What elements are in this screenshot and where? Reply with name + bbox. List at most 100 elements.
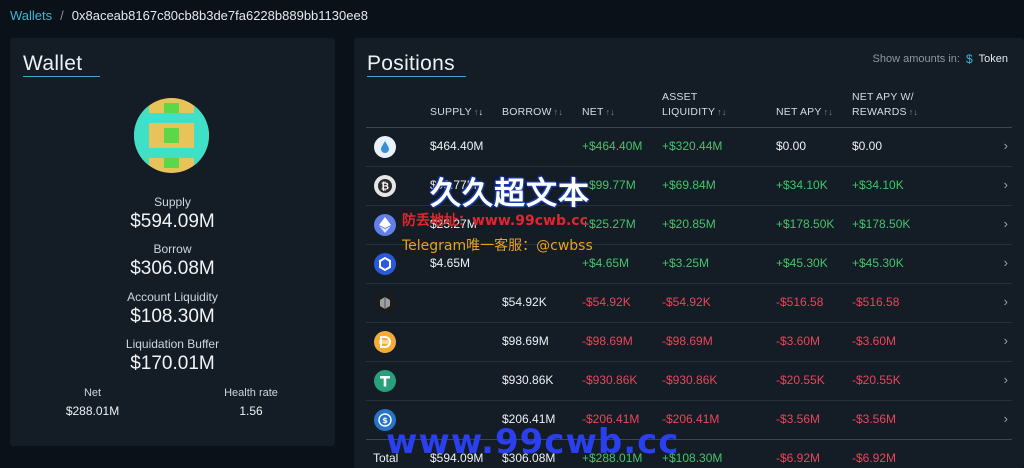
cell-net-apy: -$3.60M (776, 334, 821, 348)
wallet-title-underline (23, 76, 100, 77)
positions-title-underline (367, 76, 466, 77)
total-label: Total (373, 451, 399, 465)
liquidation-buffer-label: Liquidation Buffer (125, 337, 220, 351)
cell-asset-liquidity: -$930.86K (662, 373, 718, 387)
wallet-title: Wallet (23, 52, 83, 75)
health-rate-label: Health rate (224, 387, 278, 399)
header-net-label: NET (582, 106, 604, 118)
chevron-right-icon[interactable]: › (1004, 411, 1008, 426)
health-rate-value: 1.56 (239, 404, 263, 418)
net-value: $288.01M (65, 404, 120, 418)
borrow-label: Borrow (153, 242, 192, 256)
wallet-avatar (134, 98, 209, 173)
cell-asset-liquidity: -$54.92K (662, 295, 711, 309)
cell-asset-liquidity: +$20.85M (662, 217, 716, 231)
header-borrow[interactable]: BORROW ↑↓ (502, 105, 563, 120)
cube-token-icon (374, 292, 396, 314)
borrow-stat: Borrow $306.08M (10, 242, 335, 280)
breadcrumb-wallets-link[interactable]: Wallets (10, 8, 52, 23)
table-row[interactable]: $25.27M +$25.27M +$20.85M +$178.50K +$17… (366, 206, 1012, 244)
breadcrumb-separator: / (60, 8, 64, 23)
cell-net: -$930.86K (582, 373, 638, 387)
table-row[interactable]: $54.92K -$54.92K -$54.92K -$516.58 -$516… (366, 284, 1012, 322)
chevron-right-icon[interactable]: › (1004, 372, 1008, 387)
net-stat: Net $288.01M (60, 387, 125, 418)
cell-net-apy-rewards: +$34.10K (852, 178, 904, 192)
amounts-dollar-option[interactable]: $ (966, 52, 973, 66)
table-row[interactable]: $464.40M +$464.40M +$320.44M $0.00 $0.00… (366, 128, 1012, 166)
wallet-address: 0x8aceab8167c80cb8b3de7fa6228b889bb1130e… (71, 8, 368, 23)
amounts-token-option[interactable]: Token (979, 53, 1008, 65)
account-liquidity-value: $108.30M (130, 306, 215, 327)
table-row[interactable]: $4.65M +$4.65M +$3.25M +$45.30K +$45.30K… (366, 245, 1012, 283)
account-liquidity-label: Account Liquidity (127, 290, 218, 304)
total-net-apy: -$6.92M (776, 451, 821, 465)
usdc-icon: $ (374, 409, 396, 431)
table-row[interactable]: ₿ $99.77M +$99.77M +$69.84M +$34.10K +$3… (366, 167, 1012, 205)
tether-icon (374, 370, 396, 392)
header-net-apy-label: NET APY (776, 106, 822, 118)
header-net-apy[interactable]: NET APY ↑↓ (776, 105, 833, 120)
chevron-right-icon[interactable]: › (1004, 294, 1008, 309)
cell-net-apy: -$3.56M (776, 412, 821, 426)
sort-icon: ↑↓ (553, 107, 564, 117)
header-asset-liquidity[interactable]: ASSET LIQUIDITY ↑↓ (662, 90, 727, 120)
chevron-right-icon[interactable]: › (1004, 177, 1008, 192)
cell-net-apy: +$45.30K (776, 256, 828, 270)
cell-net-apy-rewards: -$20.55K (852, 373, 901, 387)
cell-asset-liquidity: +$69.84M (662, 178, 716, 192)
header-net-apy-rewards-line2: REWARDS (852, 106, 907, 118)
wallet-panel: Wallet Supply $594.09M Borrow $306.08M A… (10, 38, 335, 446)
chevron-right-icon[interactable]: › (1004, 138, 1008, 153)
cell-net-apy-rewards: -$516.58 (852, 295, 900, 309)
sort-icon: ↑↓ (717, 107, 727, 117)
cell-asset-liquidity: +$3.25M (662, 256, 710, 270)
table-row[interactable]: $930.86K -$930.86K -$930.86K -$20.55K -$… (366, 362, 1012, 400)
cell-net: +$464.40M (582, 139, 643, 153)
cell-asset-liquidity: -$98.69M (662, 334, 713, 348)
total-borrow: $306.08M (502, 451, 556, 465)
header-asset-liquidity-line1: ASSET (662, 91, 698, 103)
cell-borrow: $98.69M (502, 334, 549, 348)
table-row[interactable]: $ $206.41M -$206.41M -$206.41M -$3.56M -… (366, 401, 1012, 439)
cell-borrow: $54.92K (502, 295, 547, 309)
cell-net: +$4.65M (582, 256, 630, 270)
header-net-apy-rewards[interactable]: NET APY W/ REWARDS ↑↓ (852, 90, 918, 120)
cell-asset-liquidity: +$320.44M (662, 139, 723, 153)
total-asset-liquidity: +$108.30M (662, 451, 723, 465)
cell-borrow: $206.41M (502, 412, 556, 426)
sort-icon: ↑↓ (473, 107, 484, 117)
cell-net-apy: +$178.50K (776, 217, 835, 231)
cell-net: -$98.69M (582, 334, 633, 348)
bitcoin-icon: ₿ (374, 175, 396, 197)
borrow-value: $306.08M (130, 258, 215, 279)
cell-net-apy-rewards: +$178.50K (852, 217, 911, 231)
header-supply[interactable]: SUPPLY ↑↓ (430, 105, 483, 120)
cell-net-apy: -$516.58 (776, 295, 824, 309)
health-rate-stat: Health rate 1.56 (216, 387, 286, 418)
chevron-right-icon[interactable]: › (1004, 333, 1008, 348)
header-asset-liquidity-line2: LIQUIDITY (662, 106, 716, 118)
sort-icon: ↑↓ (605, 107, 616, 117)
cell-net-apy: $0.00 (776, 139, 807, 153)
header-supply-label: SUPPLY (430, 106, 472, 118)
total-net-apy-rewards: -$6.92M (852, 451, 897, 465)
cell-supply: $4.65M (430, 256, 471, 270)
ethereum-icon (374, 214, 396, 236)
cell-net: -$206.41M (582, 412, 640, 426)
positions-panel: Positions Show amounts in: $ Token SUPPL… (354, 38, 1024, 468)
cell-net-apy-rewards: -$3.60M (852, 334, 897, 348)
amounts-toggle: Show amounts in: $ Token (873, 52, 1008, 66)
account-liquidity-stat: Account Liquidity $108.30M (10, 290, 335, 328)
cell-net-apy-rewards: $0.00 (852, 139, 883, 153)
header-net[interactable]: NET ↑↓ (582, 105, 615, 120)
chainlink-icon (374, 253, 396, 275)
chevron-right-icon[interactable]: › (1004, 255, 1008, 270)
table-row[interactable]: $98.69M -$98.69M -$98.69M -$3.60M -$3.60… (366, 323, 1012, 361)
cell-supply: $99.77M (430, 178, 477, 192)
positions-title: Positions (367, 52, 455, 75)
cell-supply: $464.40M (430, 139, 484, 153)
cell-net-apy: -$20.55K (776, 373, 825, 387)
chevron-right-icon[interactable]: › (1004, 216, 1008, 231)
cell-net: -$54.92K (582, 295, 631, 309)
